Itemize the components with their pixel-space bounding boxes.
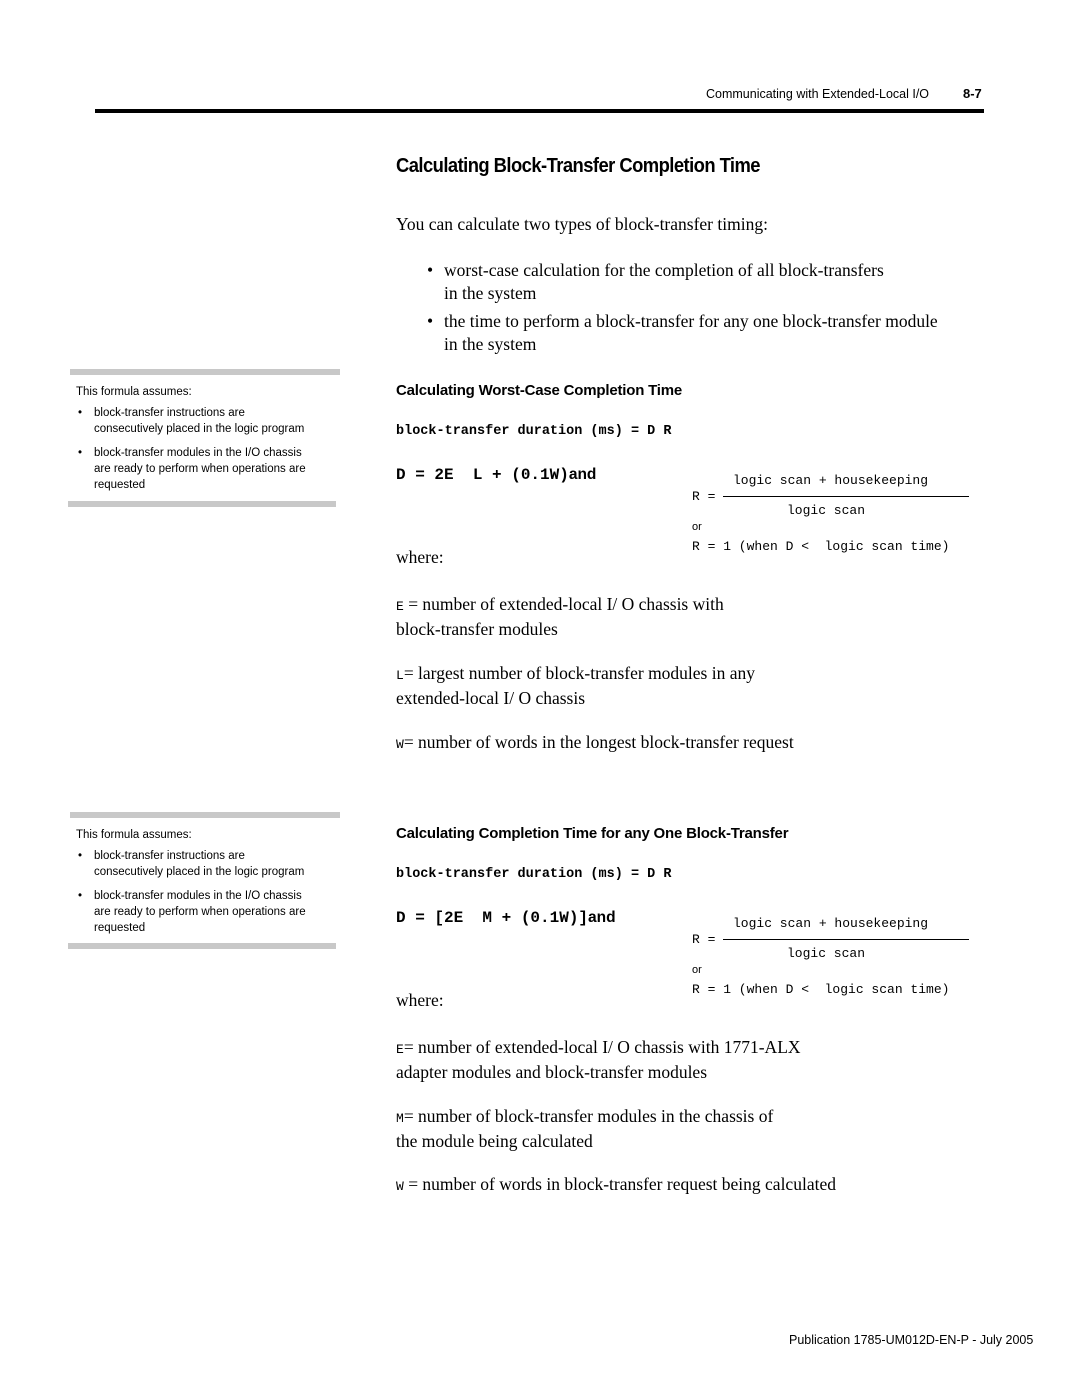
page-number: 8-7 (963, 86, 982, 101)
sidebar-item-line: consecutively placed in the logic progra… (94, 866, 305, 878)
sidebar-bottom-rule (68, 943, 336, 949)
definition-l: L= largest number of block-transfer modu… (396, 662, 916, 710)
sidebar-item: • block-transfer instructions are consec… (78, 405, 338, 437)
sidebar-item: • block-transfer modules in the I/O chas… (78, 445, 338, 493)
sidebar-item-line: block-transfer modules in the I/O chassi… (94, 447, 302, 459)
definition-text: = number of words in the longest block-t… (403, 732, 794, 752)
section-subheading: Calculating Completion Time for any One … (396, 825, 789, 842)
sidebar-item-line: are ready to perform when operations are (94, 463, 306, 475)
d-formula: D = 2E L + (0.1W)and (396, 466, 596, 484)
bullet-icon: • (78, 850, 83, 862)
bullet-icon: • (78, 407, 83, 419)
variable-name: E (396, 1042, 404, 1057)
sidebar-top-rule (70, 369, 340, 375)
section-subheading: Calculating Worst-Case Completion Time (396, 382, 683, 399)
publication-footer: Publication 1785-UM012D-EN-P - July 2005 (789, 1333, 1034, 1347)
header-rule (95, 109, 984, 113)
sidebar-item-line: block-transfer instructions are (94, 407, 245, 419)
sidebar-heading: This formula assumes: (76, 829, 192, 841)
definition-text: = number of extended-local I/ O chassis … (403, 1037, 801, 1057)
definition-text: adapter modules and block-transfer modul… (396, 1062, 708, 1082)
sidebar-item-line: requested (94, 922, 146, 934)
d-formula-text: D = 2E L + (0.1W) (396, 466, 569, 484)
bullet-icon: • (427, 260, 434, 280)
sidebar-bottom-rule (68, 501, 336, 507)
r-label: R = (692, 489, 716, 504)
sidebar-item-line: requested (94, 479, 146, 491)
definition-e: E= number of extended-local I/ O chassis… (396, 1036, 916, 1084)
sidebar-top-rule (70, 812, 340, 818)
sidebar-item-line: are ready to perform when operations are (94, 906, 306, 918)
or-label: or (692, 521, 702, 533)
bullet-icon: • (78, 447, 83, 459)
r-alternative: R = 1 (when D < logic scan time) (692, 982, 950, 997)
definition-text: extended-local I/ O chassis (396, 688, 586, 708)
sidebar-heading: This formula assumes: (76, 386, 192, 398)
r-label: R = (692, 932, 716, 947)
definition-text: the module being calculated (396, 1131, 593, 1151)
definition-text: block-transfer modules (396, 619, 558, 639)
definition-text: = largest number of block-transfer modul… (403, 663, 756, 683)
r-denominator: logic scan (787, 946, 866, 961)
bullet-icon: • (78, 890, 83, 902)
r-numerator: logic scan + housekeeping (733, 473, 929, 488)
bullet-text-line1: the time to perform a block-transfer for… (444, 311, 938, 331)
bullet-text-line1: worst-case calculation for the completio… (444, 260, 884, 280)
fraction-bar (723, 939, 969, 940)
r-numerator: logic scan + housekeeping (733, 916, 929, 931)
definition-text: = number of block-transfer modules in th… (403, 1106, 774, 1126)
variable-name: W (396, 1179, 404, 1194)
duration-formula: block-transfer duration (ms) = D R (396, 867, 672, 882)
fraction-bar (723, 496, 969, 497)
sidebar-item-line: block-transfer modules in the I/O chassi… (94, 890, 302, 902)
sidebar-item: • block-transfer modules in the I/O chas… (78, 888, 338, 936)
sidebar-item-line: block-transfer instructions are (94, 850, 245, 862)
and-text: and (568, 466, 597, 483)
definition-text: = number of words in block-transfer requ… (403, 1174, 836, 1194)
running-header: Communicating with Extended-Local I/O (706, 87, 930, 101)
page-title: Calculating Block-Transfer Completion Ti… (396, 155, 761, 177)
variable-name: E (396, 599, 404, 614)
where-label: where: (396, 547, 444, 567)
or-label: or (692, 964, 702, 976)
definition-w: W = number of words in block-transfer re… (396, 1173, 956, 1198)
r-alternative: R = 1 (when D < logic scan time) (692, 539, 950, 554)
bullet-item: • the time to perform a block-transfer f… (427, 310, 987, 356)
variable-name: L (396, 668, 404, 683)
variable-name: W (396, 737, 404, 752)
sidebar-item-line: consecutively placed in the logic progra… (94, 423, 305, 435)
definition-m: M= number of block-transfer modules in t… (396, 1105, 916, 1153)
bullet-text-line2: in the system (444, 283, 537, 303)
intro-paragraph: You can calculate two types of block-tra… (396, 214, 768, 234)
duration-formula: block-transfer duration (ms) = D R (396, 424, 672, 439)
and-text: and (588, 909, 616, 926)
d-formula: D = [2E M + (0.1W)]and (396, 909, 616, 927)
d-formula-text: D = [2E M + (0.1W)] (396, 909, 589, 927)
where-label: where: (396, 990, 444, 1010)
definition-e: E = number of extended-local I/ O chassi… (396, 593, 916, 641)
definition-w: W= number of words in the longest block-… (396, 731, 916, 756)
variable-name: M (396, 1111, 404, 1126)
sidebar-item: • block-transfer instructions are consec… (78, 848, 338, 880)
bullet-icon: • (427, 311, 434, 331)
bullet-text-line2: in the system (444, 334, 537, 354)
r-denominator: logic scan (787, 503, 866, 518)
definition-text: = number of extended-local I/ O chassis … (403, 594, 724, 614)
bullet-item: • worst-case calculation for the complet… (427, 259, 987, 305)
